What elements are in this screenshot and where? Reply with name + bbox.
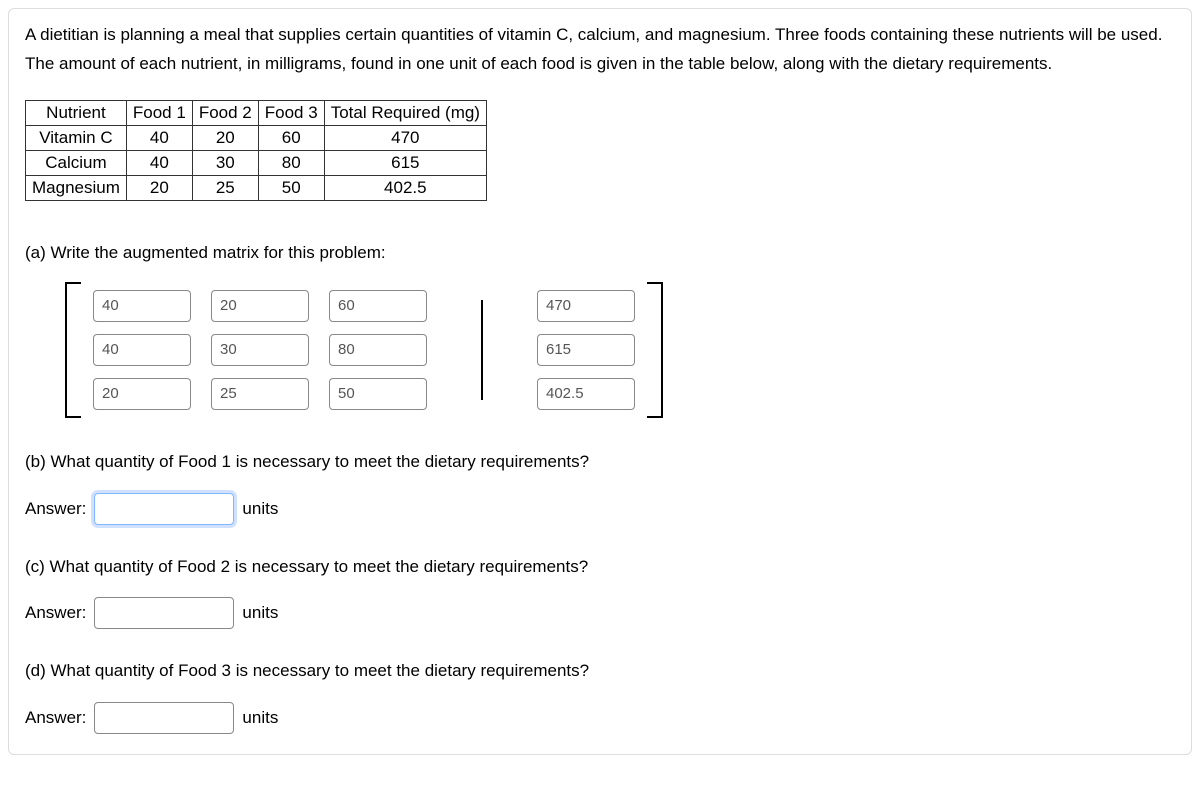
th-food2: Food 2: [192, 101, 258, 126]
nutrient-table: Nutrient Food 1 Food 2 Food 3 Total Requ…: [25, 100, 487, 201]
food3-answer-input[interactable]: [94, 702, 234, 734]
part-c: (c) What quantity of Food 2 is necessary…: [25, 555, 1175, 630]
intro-text: A dietitian is planning a meal that supp…: [25, 23, 1175, 76]
part-b-prompt: (b) What quantity of Food 1 is necessary…: [25, 450, 1175, 475]
intro-line-2: The amount of each nutrient, in milligra…: [25, 52, 1175, 77]
table-row: Calcium 40 30 80 615: [26, 151, 487, 176]
problem-container: A dietitian is planning a meal that supp…: [8, 8, 1192, 755]
answer-label: Answer:: [25, 708, 86, 728]
matrix-cell[interactable]: [93, 334, 191, 366]
table-row: Magnesium 20 25 50 402.5: [26, 176, 487, 201]
left-bracket-icon: [65, 282, 81, 418]
food2-answer-input[interactable]: [94, 597, 234, 629]
part-d-prompt: (d) What quantity of Food 3 is necessary…: [25, 659, 1175, 684]
table-header-row: Nutrient Food 1 Food 2 Food 3 Total Requ…: [26, 101, 487, 126]
matrix-left-grid: [89, 282, 431, 418]
matrix-cell[interactable]: [537, 378, 635, 410]
units-label: units: [242, 708, 278, 728]
part-c-prompt: (c) What quantity of Food 2 is necessary…: [25, 555, 1175, 580]
part-d: (d) What quantity of Food 3 is necessary…: [25, 659, 1175, 734]
th-food1: Food 1: [126, 101, 192, 126]
augmented-matrix: [65, 282, 1175, 418]
matrix-cell[interactable]: [329, 334, 427, 366]
matrix-cell[interactable]: [93, 290, 191, 322]
th-total: Total Required (mg): [324, 101, 486, 126]
answer-label: Answer:: [25, 499, 86, 519]
table-row: Vitamin C 40 20 60 470: [26, 126, 487, 151]
augment-divider-icon: [481, 300, 483, 400]
matrix-cell[interactable]: [537, 290, 635, 322]
part-a: (a) Write the augmented matrix for this …: [25, 241, 1175, 418]
matrix-cell[interactable]: [537, 334, 635, 366]
answer-label: Answer:: [25, 603, 86, 623]
matrix-cell[interactable]: [211, 290, 309, 322]
units-label: units: [242, 603, 278, 623]
th-nutrient: Nutrient: [26, 101, 127, 126]
th-food3: Food 3: [258, 101, 324, 126]
matrix-cell[interactable]: [211, 378, 309, 410]
part-a-prompt: (a) Write the augmented matrix for this …: [25, 241, 1175, 266]
intro-line-1: A dietitian is planning a meal that supp…: [25, 23, 1175, 48]
matrix-augmented-col: [533, 282, 639, 418]
matrix-cell[interactable]: [329, 290, 427, 322]
units-label: units: [242, 499, 278, 519]
matrix-cell[interactable]: [329, 378, 427, 410]
right-bracket-icon: [647, 282, 663, 418]
part-b: (b) What quantity of Food 1 is necessary…: [25, 450, 1175, 525]
matrix-cell[interactable]: [93, 378, 191, 410]
matrix-cell[interactable]: [211, 334, 309, 366]
food1-answer-input[interactable]: [94, 493, 234, 525]
